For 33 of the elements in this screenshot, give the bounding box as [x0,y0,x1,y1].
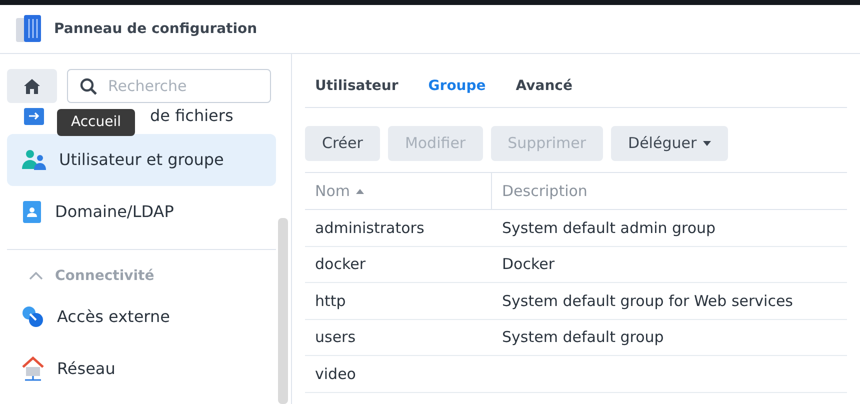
sort-ascending-icon [356,188,364,194]
tab[interactable]: Utilisateur [315,76,398,107]
table-cell-text: System default admin group [502,218,716,238]
home-icon [24,78,40,94]
window-title: Panneau de configuration [54,20,258,38]
contact-card-icon [21,200,43,224]
table-cell-text: administrators [315,218,424,238]
search-field[interactable]: Recherche [67,69,271,103]
tooltip: Accueil [57,109,135,136]
sidebar-item[interactable]: Accès externe [7,291,276,343]
network-house-icon [21,356,45,382]
users-icon [21,149,47,171]
tab[interactable]: Avancé [516,76,572,107]
sidebar-item[interactable]: Utilisateur et groupe [7,134,276,186]
table-cell-text: System default group [502,327,664,348]
sidebar-item[interactable]: Réseau [7,343,276,395]
table-cell-text: users [315,327,356,348]
toolbar-button[interactable]: Déléguer [611,126,728,161]
table-cell-text: docker [315,254,366,275]
table-cell-text: video [315,364,356,384]
table-cell-text: Docker [502,254,555,275]
table-cell-text: http [315,290,346,312]
control-panel-icon [16,14,42,44]
sidebar-item[interactable]: de fichiers [150,104,234,128]
link-icon [21,305,45,329]
search-icon [80,78,97,95]
home-button[interactable] [7,69,57,103]
sidebar-item[interactable]: Domaine/LDAP [7,186,276,238]
file-share-icon [23,105,45,127]
tab[interactable]: Groupe [428,76,486,107]
table-cell-text: System default group for Web services [502,290,793,312]
toolbar-button[interactable]: Créer [305,126,380,161]
chevron-icon [29,272,43,280]
